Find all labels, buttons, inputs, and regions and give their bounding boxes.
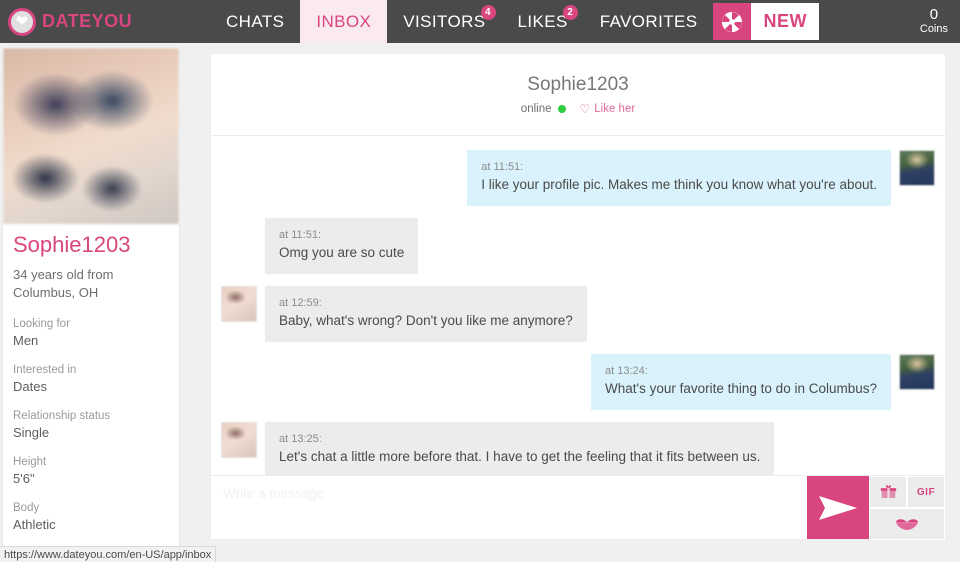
message-text: Baby, what's wrong? Don't you like me an… (279, 313, 573, 328)
message-bubble-outgoing: at 13:24: What's your favorite thing to … (591, 354, 891, 410)
chat-header: Sophie1203 online ♡ Like her (211, 54, 945, 136)
chat-status-row: online ♡ Like her (521, 103, 635, 115)
brand-logo-area[interactable]: ❤ DATEYOU (0, 0, 210, 43)
attribute-value: Single (13, 425, 50, 440)
attribute-value: Athletic (13, 517, 56, 532)
message-text: Omg you are so cute (279, 245, 405, 260)
coins-label: Coins (919, 23, 948, 35)
profile-sidebar: Sophie1203 34 years old from Columbus, O… (2, 47, 180, 555)
new-button[interactable]: NEW (713, 3, 819, 40)
browser-status-bar: https://www.dateyou.com/en-US/app/inbox (0, 546, 217, 562)
attribute-relationship-status: Relationship status Single (13, 408, 169, 442)
message-text: What's your favorite thing to do in Colu… (605, 381, 877, 396)
like-her-button[interactable]: ♡ Like her (580, 103, 636, 115)
message-timestamp: at 13:24: (605, 365, 648, 377)
tab-chats[interactable]: CHATS (210, 0, 300, 43)
gift-icon (880, 485, 896, 498)
attribute-label: Height (13, 456, 47, 468)
message-composer: GIF (211, 475, 945, 540)
attribute-value: Men (13, 333, 39, 348)
nav-tab-list: CHATS INBOX VISITORS 4 LIKES 2 FAVORITES (210, 0, 960, 43)
coins-count: 0 (929, 6, 939, 23)
attribute-label: Body (13, 502, 40, 514)
message-input[interactable] (211, 476, 807, 539)
heart-outline-icon: ♡ (579, 102, 591, 116)
attribute-label: Looking for (13, 318, 70, 330)
profile-photo[interactable] (3, 48, 179, 224)
attribute-interested-in: Interested in Dates (13, 362, 169, 396)
tab-inbox[interactable]: INBOX (300, 0, 388, 43)
chat-panel: Sophie1203 online ♡ Like her at 11:51: I… (210, 53, 946, 540)
gif-button[interactable]: GIF (907, 476, 945, 508)
visitors-badge: 4 (480, 5, 496, 20)
send-button[interactable] (807, 476, 869, 539)
message-timestamp: at 11:51: (279, 229, 321, 241)
tab-likes-label: LIKES (517, 11, 568, 31)
pinwheel-icon (713, 3, 752, 40)
app-root: ❤ DATEYOU CHATS INBOX VISITORS 4 LIKES 2… (0, 0, 960, 562)
new-button-label: NEW (751, 3, 819, 40)
message-bubble-incoming: at 11:51: Omg you are so cute (265, 218, 419, 274)
tab-visitors[interactable]: VISITORS 4 (387, 0, 501, 43)
message-row: at 11:51: Omg you are so cute (211, 218, 945, 274)
coins-indicator[interactable]: 0 Coins (920, 0, 960, 43)
message-row: at 12:59: Baby, what's wrong? Don't you … (211, 286, 945, 342)
profile-name: Sophie1203 (13, 232, 131, 257)
send-paper-plane-icon (819, 495, 857, 520)
profile-age-location: 34 years old from Columbus, OH (13, 267, 114, 300)
attribute-label: Interested in (13, 364, 77, 376)
tab-chats-label: CHATS (226, 11, 285, 31)
tab-visitors-label: VISITORS (403, 11, 486, 31)
message-text: Let's chat a little more before that. I … (279, 449, 761, 464)
message-timestamp: at 13:25: (279, 433, 322, 445)
attribute-looking-for: Looking for Men (13, 316, 169, 350)
avatar (221, 286, 257, 322)
heart-glyph: ❤ (15, 12, 29, 30)
lips-kiss-icon (895, 519, 919, 530)
message-row: at 13:25: Let's chat a little more befor… (211, 422, 945, 475)
top-navigation-bar: ❤ DATEYOU CHATS INBOX VISITORS 4 LIKES 2… (0, 0, 960, 43)
composer-extras: GIF (869, 476, 945, 540)
tab-inbox-label: INBOX (316, 11, 372, 31)
message-bubble-outgoing: at 11:51: I like your profile pic. Makes… (467, 150, 891, 206)
tab-favorites-label: FAVORITES (599, 11, 698, 31)
attribute-body: Body Athletic (13, 500, 169, 534)
tab-favorites[interactable]: FAVORITES (584, 0, 714, 43)
avatar (899, 354, 935, 390)
avatar (899, 150, 935, 186)
message-list: at 11:51: I like your profile pic. Makes… (211, 136, 945, 475)
message-text: I like your profile pic. Makes me think … (481, 177, 877, 192)
gift-button[interactable] (869, 476, 907, 508)
kiss-button[interactable] (869, 508, 945, 540)
tab-likes[interactable]: LIKES 2 (502, 0, 584, 43)
status-bar-url: https://www.dateyou.com/en-US/app/inbox (4, 548, 212, 561)
message-row: at 11:51: I like your profile pic. Makes… (211, 150, 945, 206)
attribute-height: Height 5'6" (13, 454, 169, 488)
chat-partner-name: Sophie1203 (527, 74, 629, 95)
avatar (221, 422, 257, 458)
brand-name: DATEYOU (42, 11, 133, 31)
online-status-label: online (520, 103, 552, 115)
message-bubble-incoming: at 12:59: Baby, what's wrong? Don't you … (265, 286, 587, 342)
message-timestamp: at 12:59: (279, 297, 322, 309)
message-row: at 13:24: What's your favorite thing to … (211, 354, 945, 410)
attribute-value: Dates (13, 379, 47, 394)
attribute-label: Relationship status (13, 410, 111, 422)
heart-icon: ❤ (8, 7, 36, 36)
attribute-value: 5'6" (13, 471, 35, 486)
gif-label: GIF (916, 486, 936, 498)
online-status-dot (557, 105, 566, 113)
message-bubble-incoming: at 13:25: Let's chat a little more befor… (265, 422, 775, 475)
likes-badge: 2 (562, 5, 578, 20)
like-her-label: Like her (594, 103, 636, 115)
profile-details: Sophie1203 34 years old from Columbus, O… (3, 224, 179, 534)
message-timestamp: at 11:51: (481, 161, 524, 173)
